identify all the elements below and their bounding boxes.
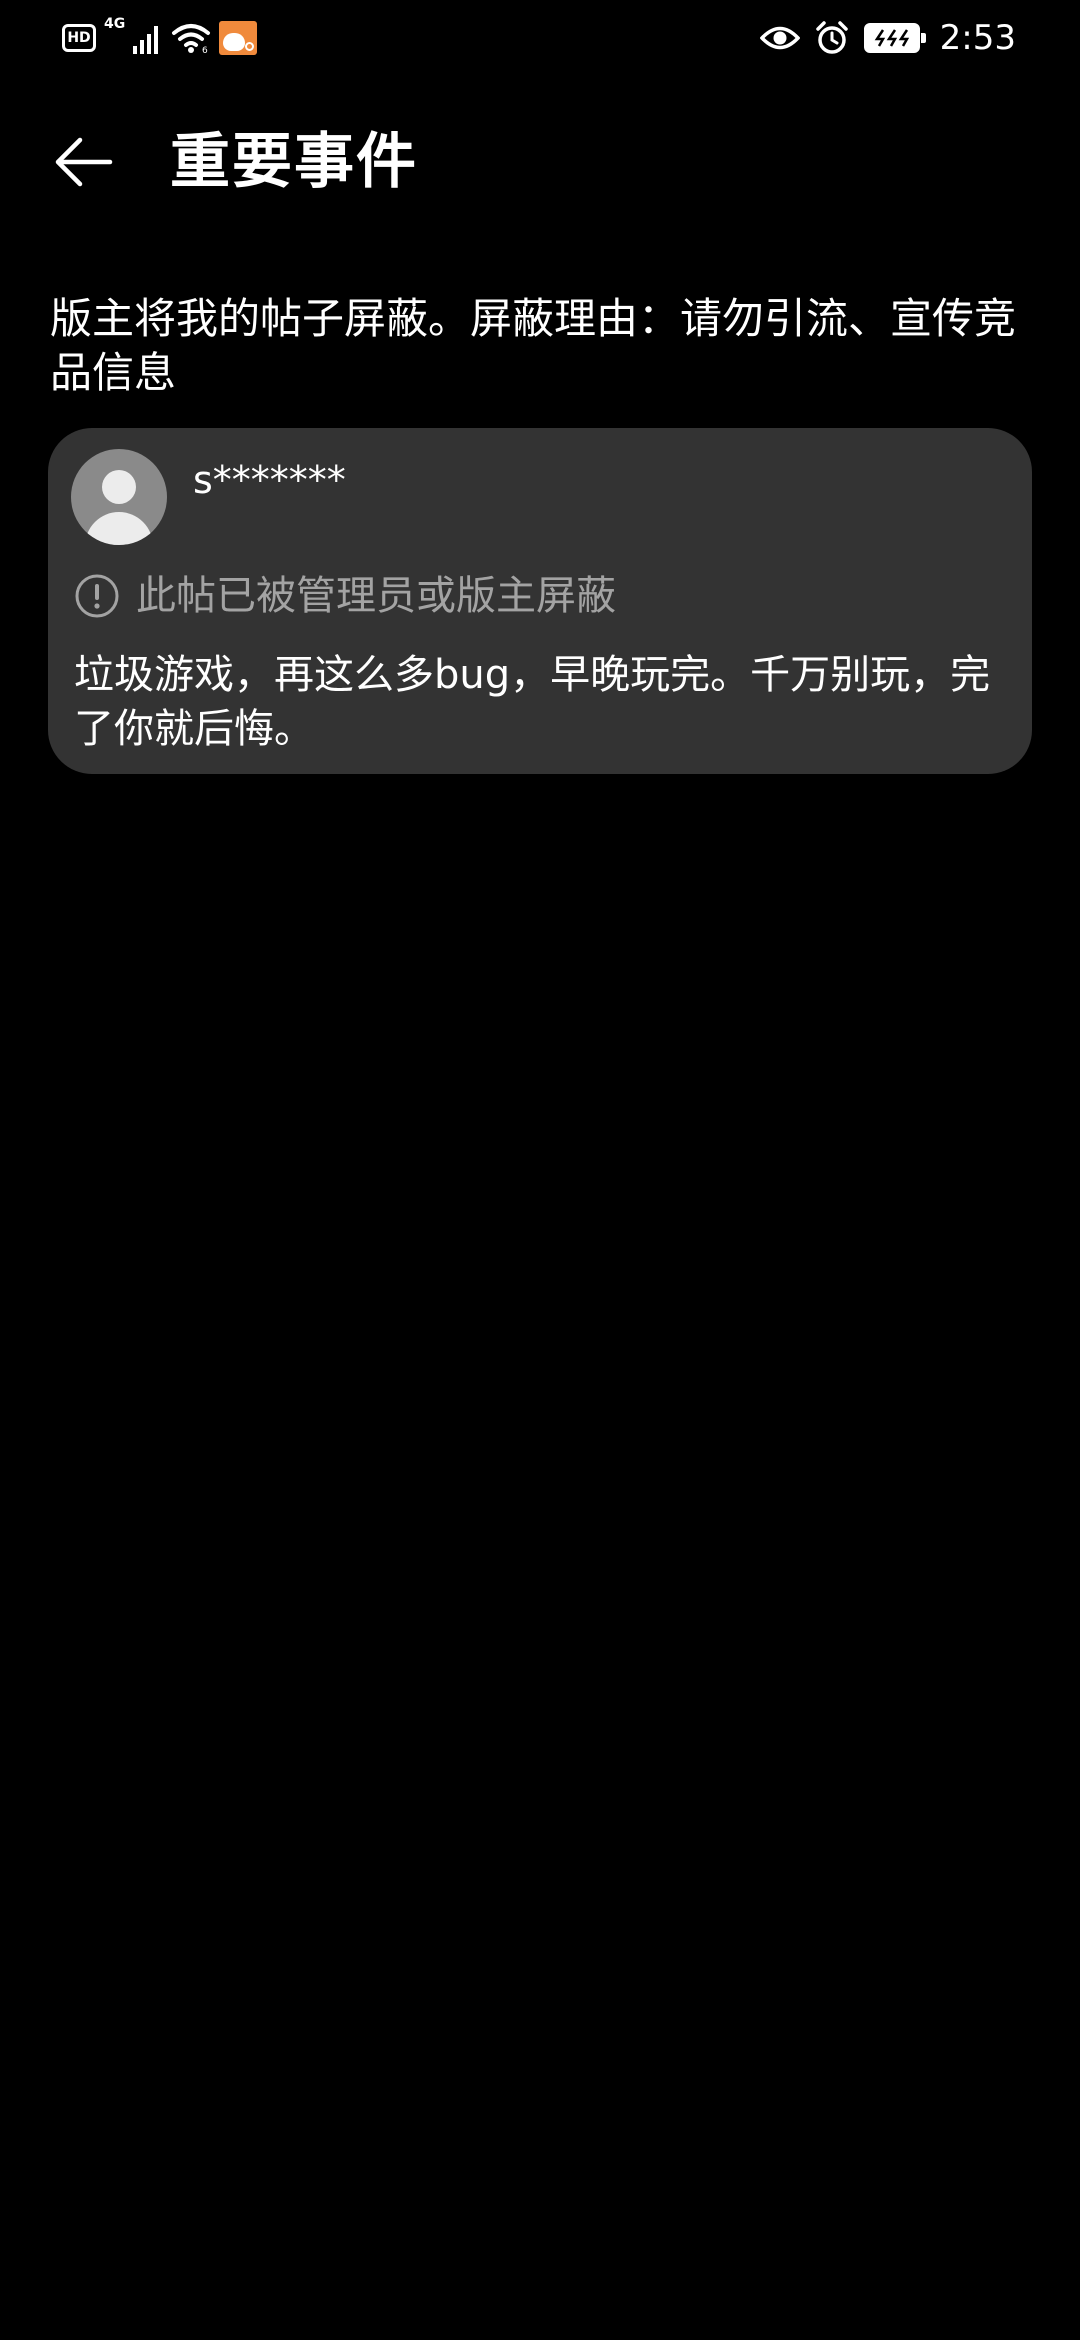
signal-icon	[133, 26, 159, 54]
username: s*******	[193, 458, 346, 502]
hd-icon: HD	[62, 24, 96, 52]
event-description: 版主将我的帖子屏蔽。屏蔽理由：请勿引流、宣传竞品信息	[50, 294, 1017, 397]
battery-charging-icon	[863, 23, 926, 53]
status-bar-right: 2:53	[759, 14, 1016, 62]
eye-comfort-icon	[759, 26, 800, 50]
blocked-notice: 此帖已被管理员或版主屏蔽	[136, 573, 616, 619]
app-notification-icon	[219, 21, 258, 55]
arrow-left-icon	[55, 137, 113, 187]
wifi-icon: 6	[172, 24, 211, 54]
status-time: 2:53	[939, 18, 1016, 58]
alarm-icon	[815, 21, 848, 54]
status-bar-left: HD 4G 6	[62, 16, 258, 58]
status-bar: HD 4G 6 2:53	[0, 0, 1080, 75]
page-title: 重要事件	[170, 127, 418, 197]
post-content: 垃圾游戏，再这么多bug，早晚玩完。千万别玩，完了你就后悔。	[74, 652, 991, 752]
avatar[interactable]	[71, 449, 167, 545]
post-card[interactable]: s******* 此帖已被管理员或版主屏蔽 垃圾游戏，再这么多bug，早晚玩完。…	[48, 428, 1032, 774]
back-button[interactable]	[48, 126, 120, 198]
network-type-label: 4G	[104, 16, 126, 32]
svg-text:6: 6	[202, 46, 208, 54]
exclamation-circle-icon	[75, 574, 119, 618]
blocked-notice-row: 此帖已被管理员或版主屏蔽	[74, 570, 616, 622]
top-app-bar: 重要事件	[0, 100, 1080, 220]
